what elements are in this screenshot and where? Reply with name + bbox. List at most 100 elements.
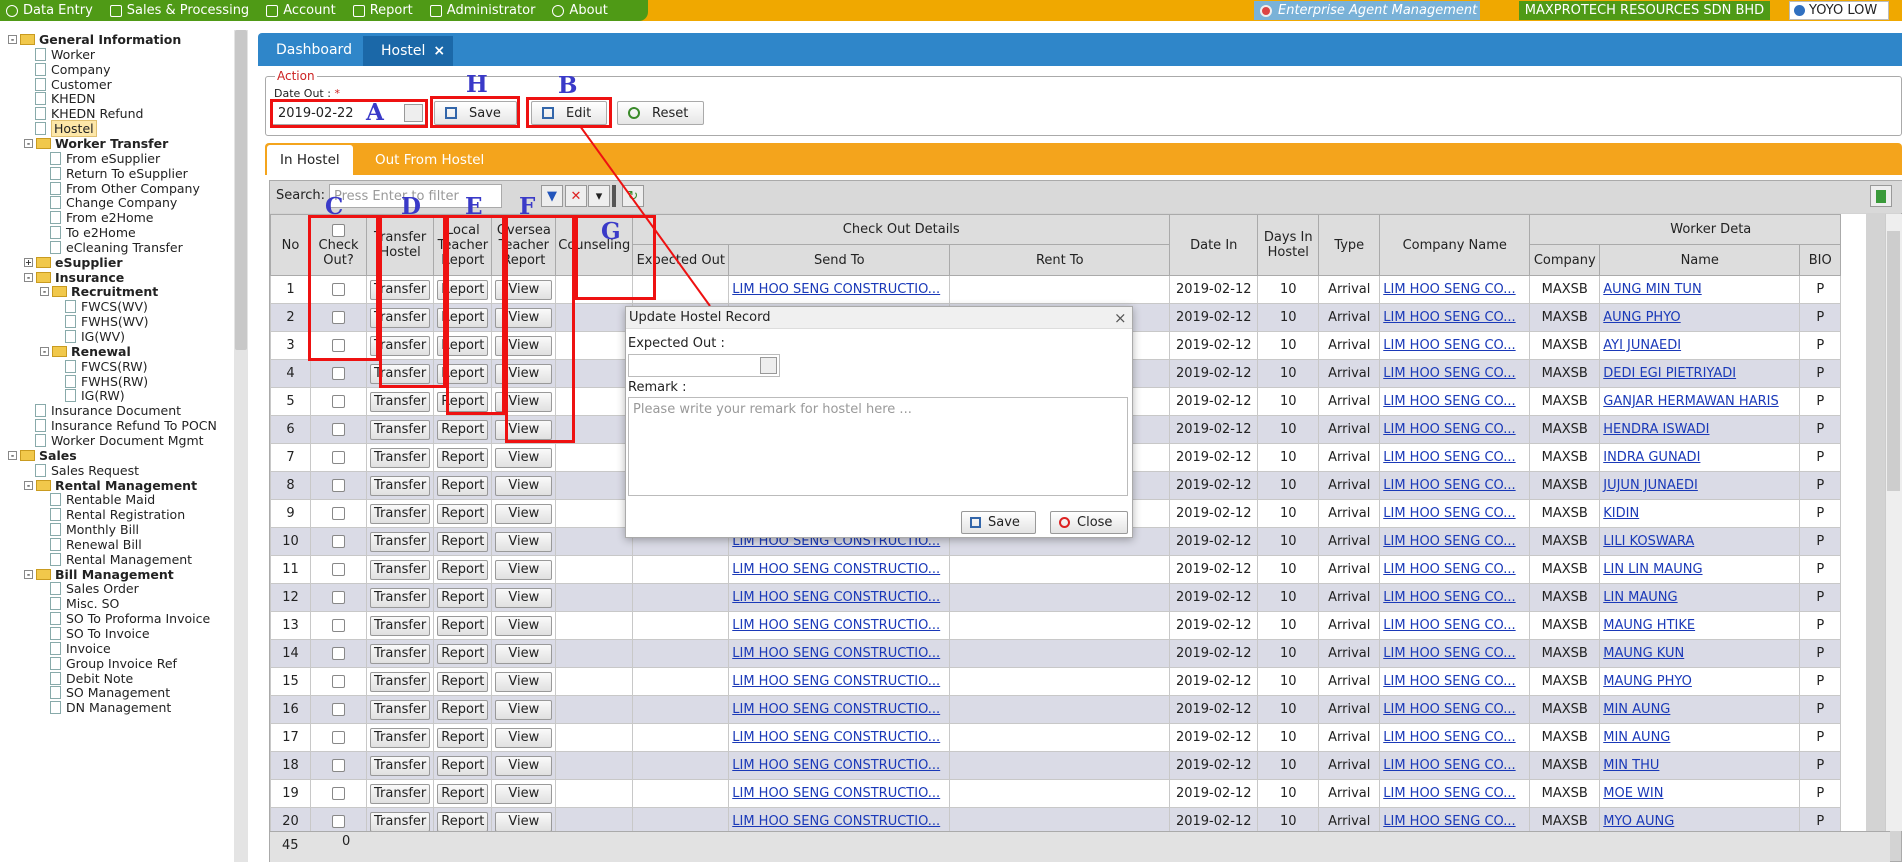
filter-icon[interactable]: ▼ (541, 185, 563, 207)
worker-name-link[interactable]: INDRA GUNADI (1603, 450, 1700, 465)
tab-dashboard[interactable]: Dashboard (258, 33, 370, 66)
checkout-checkbox[interactable] (332, 759, 345, 772)
collapse-icon[interactable]: - (24, 138, 33, 148)
send-to-link[interactable]: LIM HOO SENG CONSTRUCTIO... (732, 786, 940, 801)
col-oversea-report[interactable]: Oversea Teacher Report (491, 214, 557, 276)
col-company-name[interactable]: Company Name (1379, 214, 1531, 276)
company-name-link[interactable]: LIM HOO SENG CO... (1383, 366, 1515, 381)
company-name-link[interactable]: LIM HOO SENG CO... (1383, 422, 1515, 437)
worker-name-link[interactable]: MYO AUNG (1603, 814, 1674, 829)
collapse-icon[interactable]: - (24, 480, 33, 490)
menu-item-2[interactable]: Account (266, 3, 336, 18)
local-report-button[interactable]: Report (437, 755, 489, 776)
transfer-button[interactable]: Transfer (370, 755, 431, 776)
refresh-icon[interactable]: ↻ (622, 185, 644, 207)
col-local-report[interactable]: Local Teacher Report (433, 214, 493, 276)
dialog-save-button[interactable]: Save (961, 511, 1036, 534)
export-excel-icon[interactable] (1870, 185, 1892, 207)
company-name-link[interactable]: LIM HOO SENG CO... (1383, 562, 1515, 577)
worker-name-link[interactable]: MAUNG HTIKE (1603, 618, 1695, 633)
calendar-icon[interactable] (760, 357, 777, 374)
sidebar-item[interactable]: DN Management (50, 699, 171, 716)
transfer-button[interactable]: Transfer (370, 391, 431, 412)
col-name[interactable]: Name (1599, 244, 1801, 276)
edit-button[interactable]: Edit (531, 101, 607, 125)
checkout-checkbox[interactable] (332, 619, 345, 632)
company-name-link[interactable]: LIM HOO SENG CO... (1383, 394, 1515, 409)
transfer-button[interactable]: Transfer (370, 279, 431, 300)
local-report-button[interactable]: Report (437, 699, 489, 720)
checkout-checkbox[interactable] (332, 479, 345, 492)
oversea-view-button[interactable]: View (495, 531, 553, 552)
table-row[interactable]: 11 Transfer Report View LIM HOO SENG CONSTRU… (270, 555, 1866, 584)
transfer-button[interactable]: Transfer (370, 699, 431, 720)
remark-textarea[interactable]: Please write your remark for hostel here… (628, 397, 1128, 496)
local-report-button[interactable]: Report (437, 447, 489, 468)
checkout-checkbox[interactable] (332, 339, 345, 352)
oversea-view-button[interactable]: View (495, 783, 553, 804)
tab-in-hostel[interactable]: In Hostel (267, 145, 353, 175)
transfer-button[interactable]: Transfer (370, 783, 431, 804)
checkout-checkbox[interactable] (332, 311, 345, 324)
worker-name-link[interactable]: DEDI EGI PIETRIYADI (1603, 366, 1736, 381)
col-no[interactable]: No (270, 214, 311, 276)
checkout-checkbox[interactable] (332, 451, 345, 464)
company-name-link[interactable]: LIM HOO SENG CO... (1383, 758, 1515, 773)
worker-name-link[interactable]: MOE WIN (1603, 786, 1663, 801)
company-badge[interactable]: MAXPROTECH RESOURCES SDN BHD (1519, 1, 1770, 20)
col-transfer[interactable]: Transfer Hostel (365, 214, 435, 276)
transfer-button[interactable]: Transfer (370, 531, 431, 552)
local-report-button[interactable]: Report (437, 615, 489, 636)
transfer-button[interactable]: Transfer (370, 503, 431, 524)
oversea-view-button[interactable]: View (495, 559, 553, 580)
oversea-view-button[interactable]: View (495, 335, 553, 356)
sidebar-scroll-thumb[interactable] (235, 30, 247, 350)
transfer-button[interactable]: Transfer (370, 475, 431, 496)
company-name-link[interactable]: LIM HOO SENG CO... (1383, 534, 1515, 549)
transfer-button[interactable]: Transfer (370, 559, 431, 580)
local-report-button[interactable]: Report (437, 587, 489, 608)
oversea-view-button[interactable]: View (495, 391, 553, 412)
company-name-link[interactable]: LIM HOO SENG CO... (1383, 450, 1515, 465)
table-row[interactable]: 14 Transfer Report View LIM HOO SENG CONSTRU… (270, 639, 1866, 668)
company-name-link[interactable]: LIM HOO SENG CO... (1383, 674, 1515, 689)
col-expected-out[interactable]: Expected Out (632, 244, 730, 276)
oversea-view-button[interactable]: View (495, 363, 553, 384)
oversea-view-button[interactable]: View (495, 699, 553, 720)
collapse-icon[interactable]: - (24, 272, 33, 282)
chevron-down-icon[interactable]: ▾ (588, 185, 610, 207)
checkout-checkbox[interactable] (332, 283, 345, 296)
checkout-checkbox[interactable] (332, 563, 345, 576)
worker-name-link[interactable]: MAUNG PHYO (1603, 674, 1692, 689)
transfer-button[interactable]: Transfer (370, 587, 431, 608)
table-row[interactable]: 1 Transfer Report View LIM HOO SENG CONSTRUC… (270, 275, 1866, 304)
worker-name-link[interactable]: AUNG PHYO (1603, 310, 1680, 325)
calendar-icon[interactable] (404, 104, 423, 122)
menu-item-0[interactable]: Data Entry (6, 3, 93, 18)
checkout-checkbox[interactable] (332, 815, 345, 828)
worker-name-link[interactable]: MIN AUNG (1603, 730, 1670, 745)
send-to-link[interactable]: LIM HOO SENG CONSTRUCTIO... (732, 758, 940, 773)
local-report-button[interactable]: Report (437, 643, 489, 664)
local-report-button[interactable]: Report (437, 475, 489, 496)
menu-item-5[interactable]: About (552, 3, 608, 18)
collapse-icon[interactable]: - (40, 287, 49, 297)
company-name-link[interactable]: LIM HOO SENG CO... (1383, 590, 1515, 605)
company-name-link[interactable]: LIM HOO SENG CO... (1383, 814, 1515, 829)
col-bio[interactable]: BIO (1799, 244, 1842, 276)
oversea-view-button[interactable]: View (495, 811, 553, 832)
checkout-checkbox[interactable] (332, 787, 345, 800)
transfer-button[interactable]: Transfer (370, 727, 431, 748)
table-row[interactable]: 18 Transfer Report View LIM HOO SENG CONSTRU… (270, 751, 1866, 780)
oversea-view-button[interactable]: View (495, 503, 553, 524)
send-to-link[interactable]: LIM HOO SENG CONSTRUCTIO... (732, 730, 940, 745)
send-to-link[interactable]: LIM HOO SENG CONSTRUCTIO... (732, 646, 940, 661)
col-counseling[interactable]: Counseling (555, 214, 634, 276)
checkout-checkbox[interactable] (332, 647, 345, 660)
worker-name-link[interactable]: LIN LIN MAUNG (1603, 562, 1702, 577)
worker-name-link[interactable]: MIN THU (1603, 758, 1659, 773)
send-to-link[interactable]: LIM HOO SENG CONSTRUCTIO... (732, 674, 940, 689)
transfer-button[interactable]: Transfer (370, 671, 431, 692)
close-tab-icon[interactable]: × (433, 43, 445, 59)
company-name-link[interactable]: LIM HOO SENG CO... (1383, 786, 1515, 801)
